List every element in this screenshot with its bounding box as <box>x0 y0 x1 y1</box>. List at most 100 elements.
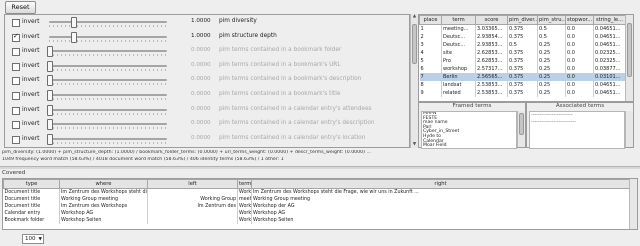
invert-checkbox[interactable] <box>12 19 20 27</box>
covered-cell: Working Group <box>147 196 238 203</box>
results-column-header[interactable]: pim_stru... <box>537 15 566 25</box>
weight-slider-track[interactable] <box>49 64 167 67</box>
results-cell: 0.04651... <box>593 24 626 33</box>
weight-row: invert 1.0000 pim structure depth <box>5 31 407 44</box>
weight-row: invert 0.0000 pim terms contained in a boo… <box>5 45 407 58</box>
results-row[interactable]: 9 related 2.53853... 0.375 0.25 0.0 0.04651... <box>419 89 626 97</box>
covered-cell: Document title <box>3 196 60 203</box>
weights-scrollbar[interactable]: ▲ ▼ <box>410 14 418 148</box>
results-cell: 0.25 <box>537 89 566 97</box>
results-row[interactable]: 4 site 2.62853... 0.375 0.25 0.0 0.02325... <box>419 49 626 57</box>
results-row[interactable]: 2 Deutsc... 2.93854... 0.375 0.5 0.0 0.04651..… <box>419 33 626 41</box>
weight-name: pim terms contained in a bookmark's desc… <box>219 76 362 83</box>
covered-row[interactable]: Document title Im Zentrum des Workshops Im… <box>3 203 630 210</box>
weight-slider-thumb[interactable] <box>47 133 53 145</box>
associated-term-item[interactable]: -------------------------- <box>530 119 624 126</box>
weight-slider-thumb[interactable] <box>47 119 53 131</box>
results-cell: 8 <box>419 81 442 89</box>
results-row[interactable]: 3 Deutsc... 2.93853... 0.5 0.25 0.0 0.04651... <box>419 41 626 49</box>
invert-checkbox[interactable] <box>12 121 20 130</box>
results-cell: 0.0 <box>565 24 594 33</box>
weight-slider-track[interactable] <box>49 123 167 126</box>
results-column-header[interactable]: stopwor... <box>565 15 594 25</box>
results-cell: landsat <box>441 81 476 89</box>
results-row[interactable]: 8 landsat 2.53853... 0.375 0.25 0.0 0.04651... <box>419 81 626 89</box>
associated-terms-panel: Associated terms -----------------------… <box>526 102 634 149</box>
results-row[interactable]: 5 Pro 2.62853... 0.375 0.25 0.0 0.02325... <box>419 57 626 65</box>
weights-scroll-thumb[interactable] <box>412 24 417 64</box>
weight-name: pim terms contained in a bookmark's URL <box>219 61 341 68</box>
covered-column-header[interactable]: left <box>147 179 238 189</box>
covered-column-header[interactable]: right <box>251 179 630 189</box>
invert-checkbox[interactable] <box>12 62 20 71</box>
weight-slider-track[interactable] <box>49 94 167 96</box>
weight-slider-thumb[interactable] <box>70 17 77 28</box>
scroll-down-arrow-icon[interactable]: ▼ <box>411 142 418 148</box>
results-column-header[interactable]: place <box>419 15 442 25</box>
results-cell: 0.375 <box>507 24 538 33</box>
weight-slider-track[interactable] <box>49 35 167 38</box>
covered-column-header[interactable]: term <box>237 179 252 189</box>
covered-row[interactable]: Calendar entryWorkshop AGWorkshopWorksho… <box>3 210 630 217</box>
weight-value: 0.0000 <box>191 61 211 68</box>
associated-term-item[interactable]: ------------------------ <box>530 112 624 119</box>
weight-slider-thumb[interactable] <box>47 75 53 87</box>
framed-scroll-thumb[interactable] <box>519 113 524 135</box>
invert-checkbox[interactable] <box>12 32 20 42</box>
weight-slider-track[interactable] <box>49 50 167 53</box>
split-divider[interactable] <box>0 166 640 169</box>
covered-cell: Bookmark folder <box>3 217 60 224</box>
results-cell: 0.04651... <box>593 81 626 89</box>
covered-scrollbar[interactable] <box>629 179 637 229</box>
covered-cell <box>147 188 238 196</box>
slider-ticks <box>49 68 167 71</box>
results-scrollbar[interactable] <box>625 15 633 101</box>
results-scroll-thumb[interactable] <box>627 23 632 77</box>
results-cell: 0.0 <box>565 65 594 73</box>
covered-column-header[interactable]: where <box>59 179 148 189</box>
weight-slider-track[interactable] <box>49 108 167 111</box>
weight-slider-track[interactable] <box>49 79 167 82</box>
framed-term-item[interactable]: Moar Field <box>422 144 516 148</box>
covered-row[interactable]: Document title Working Group meeting Worki… <box>3 196 630 203</box>
invert-checkbox[interactable] <box>12 92 20 100</box>
associated-terms-list[interactable]: ------------------------ ----------------… <box>529 111 625 149</box>
reset-button[interactable]: Reset <box>5 1 36 14</box>
weight-slider-track[interactable] <box>49 21 167 23</box>
weight-value: 0.0000 <box>191 134 211 141</box>
associated-terms-scrollbar[interactable] <box>625 111 633 147</box>
weight-slider-thumb[interactable] <box>70 31 77 43</box>
covered-row[interactable]: Document title Im Zentrum des Workshops s… <box>3 188 630 196</box>
covered-column-header[interactable]: type <box>3 179 60 189</box>
covered-table: type where left term right Document title Im … <box>3 179 630 224</box>
weight-name: pim terms contained in a calendar entry'… <box>219 105 372 112</box>
covered-row[interactable]: Bookmark folderWorkshop SeitenWorkshopWo… <box>3 217 630 224</box>
results-column-header[interactable]: term <box>441 15 476 25</box>
invert-label: invert <box>22 105 40 113</box>
results-column-header[interactable]: string_le... <box>593 15 626 25</box>
invert-checkbox[interactable] <box>12 135 20 144</box>
zoom-select[interactable]: 100 ▼ <box>22 234 44 244</box>
weight-value: 0.0000 <box>191 47 211 54</box>
framed-terms-scrollbar[interactable] <box>517 111 525 147</box>
results-cell: 0.03101... <box>593 73 626 81</box>
results-cell: 2 <box>419 33 442 41</box>
results-row[interactable]: 7 Berlin 2.56565... 0.375 0.25 0.0 0.03101... <box>419 73 626 81</box>
results-column-header[interactable]: pim_diver... <box>507 15 538 25</box>
results-column-header[interactable]: score <box>475 15 508 25</box>
covered-cell: Im Zentrum des <box>147 203 238 210</box>
results-cell: 0.375 <box>507 89 538 97</box>
results-row[interactable]: 6 workshop 2.57317... 0.375 0.25 0.0 0.03877..… <box>419 65 626 73</box>
framed-terms-list[interactable]: MAPN FESTE mae name Parl Cyber_in_Street Hyde… <box>421 111 517 149</box>
results-row[interactable]: 1 meeting... 3.03365... 0.375 0.5 0.0 0.04651.… <box>419 24 626 33</box>
results-cell: 0.04651... <box>593 89 626 97</box>
invert-checkbox[interactable] <box>12 77 20 86</box>
weight-slider-thumb[interactable] <box>47 60 53 72</box>
invert-checkbox[interactable] <box>12 48 20 57</box>
weight-slider-track[interactable] <box>49 137 167 140</box>
scroll-up-arrow-icon[interactable]: ▲ <box>411 14 418 20</box>
weight-slider-thumb[interactable] <box>47 46 53 58</box>
weight-slider-thumb[interactable] <box>47 90 53 101</box>
weight-slider-thumb[interactable] <box>47 104 53 116</box>
invert-checkbox[interactable] <box>12 106 20 115</box>
